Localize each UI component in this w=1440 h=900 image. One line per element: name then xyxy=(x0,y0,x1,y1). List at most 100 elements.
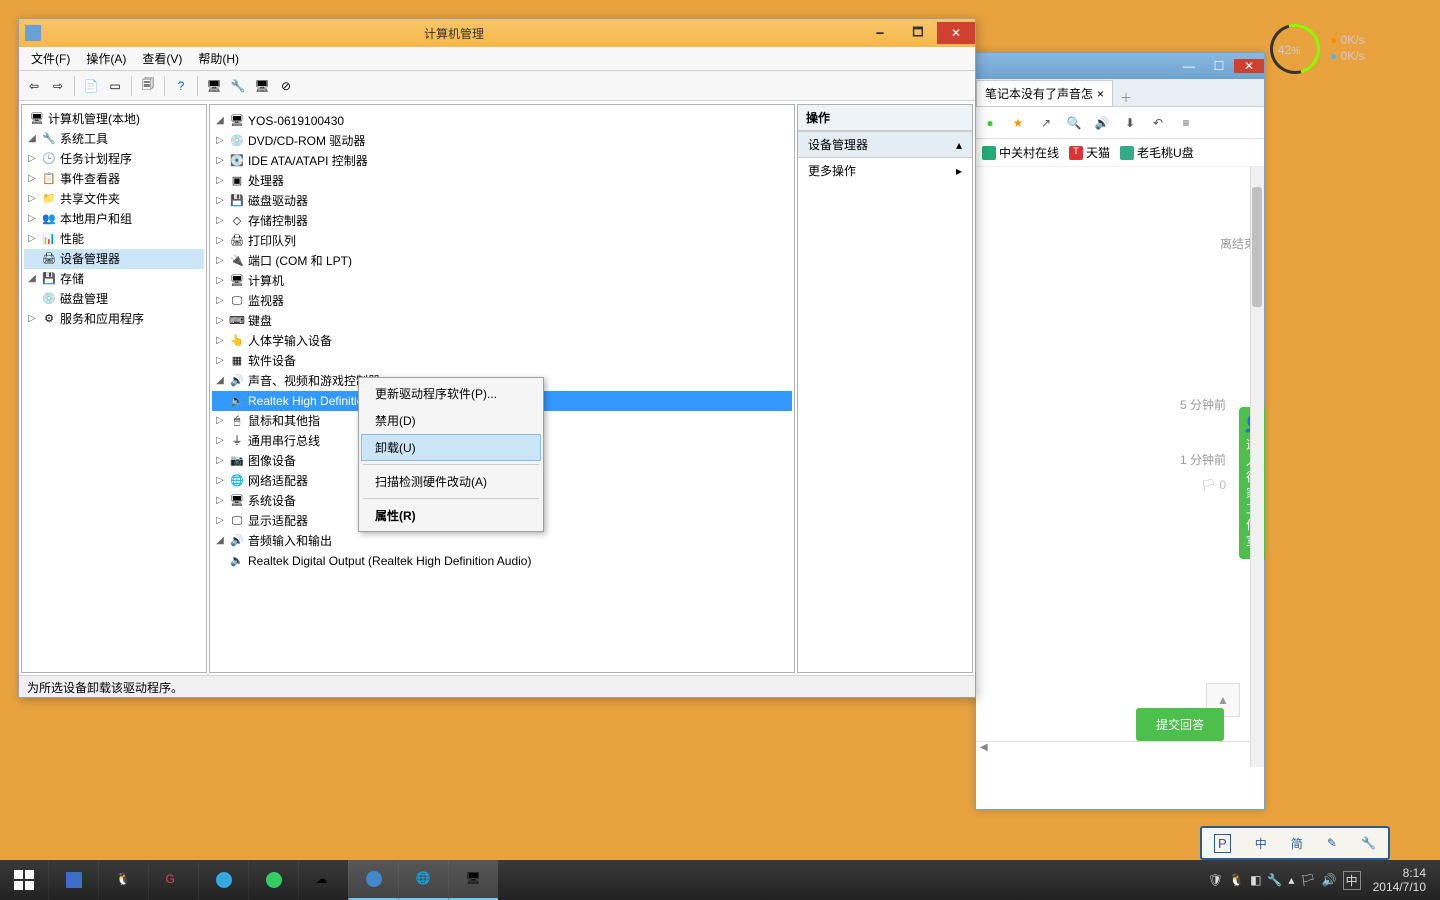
dev-hid[interactable]: ▷👆人体学输入设备 xyxy=(212,331,792,351)
dev-print[interactable]: ▷🖨打印队列 xyxy=(212,231,792,251)
console-tree[interactable]: 🖥计算机管理(本地) ◢🔧系统工具 ▷🕒任务计划程序 ▷📋事件查看器 ▷📁共享文… xyxy=(21,104,207,673)
expand-icon[interactable]: ▷ xyxy=(214,171,226,191)
expand-icon[interactable]: ▷ xyxy=(214,291,226,311)
ctx-properties[interactable]: 属性(R) xyxy=(361,502,541,529)
new-tab-button[interactable]: ＋ xyxy=(1113,89,1139,106)
expand-icon[interactable]: ▷ xyxy=(26,189,38,209)
bookmark-udisk[interactable]: 老毛桃U盘 xyxy=(1120,144,1194,161)
expand-icon[interactable]: ▷ xyxy=(214,151,226,171)
expand-icon[interactable]: ▷ xyxy=(214,431,226,451)
help-button[interactable]: ? xyxy=(170,75,192,97)
hscrollbar[interactable] xyxy=(976,741,1250,757)
tree-storage[interactable]: ◢💾存储 xyxy=(24,269,204,289)
ctx-scan[interactable]: 扫描检测硬件改动(A) xyxy=(361,468,541,495)
minimize-button[interactable] xyxy=(861,22,899,44)
tray-shield-icon[interactable]: 🛡 xyxy=(1208,873,1223,887)
actions-more[interactable]: 更多操作▸ xyxy=(798,158,972,183)
expand-icon[interactable]: ▷ xyxy=(214,331,226,351)
dev-ports[interactable]: ▷🔌端口 (COM 和 LPT) xyxy=(212,251,792,271)
menu-help[interactable]: 帮助(H) xyxy=(190,48,247,69)
tree-perf[interactable]: ▷📊性能 xyxy=(24,229,204,249)
browser-tab[interactable]: 笔记本没有了声音怎× xyxy=(976,80,1113,106)
start-button[interactable] xyxy=(0,860,48,900)
dev-storagectrl[interactable]: ▷◇存储控制器 xyxy=(212,211,792,231)
taskbar-app-cloud[interactable]: ☁ xyxy=(298,860,348,900)
dev-pc[interactable]: ▷🖥计算机 xyxy=(212,271,792,291)
ime-mode[interactable]: 中 xyxy=(1255,835,1267,852)
collapse-icon[interactable]: ◢ xyxy=(26,129,38,149)
ctx-uninstall[interactable]: 卸载(U) xyxy=(361,434,541,461)
dev-computer[interactable]: ◢🖥YOS-0619100430 xyxy=(212,111,792,131)
tree-task[interactable]: ▷🕒任务计划程序 xyxy=(24,149,204,169)
dev-keyboard[interactable]: ▷⌨键盘 xyxy=(212,311,792,331)
expand-icon[interactable]: ▷ xyxy=(26,309,38,329)
tray-wrench-icon[interactable]: 🔧 xyxy=(1267,873,1282,887)
tray-up-icon[interactable]: ▴ xyxy=(1288,873,1294,887)
taskbar-app-qq[interactable]: 🐧 xyxy=(98,860,148,900)
dev-ide[interactable]: ▷💽IDE ATA/ATAPI 控制器 xyxy=(212,151,792,171)
network-widget[interactable]: 42% ● 0K/s ● 0K/s xyxy=(1270,24,1390,74)
menu-icon[interactable]: ≡ xyxy=(1176,116,1196,130)
taskbar-app-itunes[interactable] xyxy=(198,860,248,900)
taskbar-app-360[interactable] xyxy=(248,860,298,900)
ime-logo-icon[interactable]: P xyxy=(1214,834,1231,853)
submit-answer-button[interactable]: 提交回答 xyxy=(1136,708,1224,741)
taskbar-app-foxit[interactable]: G xyxy=(148,860,198,900)
browser-max[interactable]: ☐ xyxy=(1204,59,1234,73)
browser-min[interactable]: ― xyxy=(1174,59,1204,73)
dev-cpu[interactable]: ▷▣处理器 xyxy=(212,171,792,191)
bookmark-zol[interactable]: 中关村在线 xyxy=(982,144,1059,161)
download-icon[interactable]: ⬇ xyxy=(1120,116,1140,130)
tree-diskmgr[interactable]: 💿磁盘管理 xyxy=(24,289,204,309)
titlebar[interactable]: 计算机管理 xyxy=(19,19,975,47)
dev-audioio[interactable]: ◢🔊音频输入和输出 xyxy=(212,531,792,551)
expand-icon[interactable]: ▷ xyxy=(26,229,38,249)
expand-icon[interactable]: ▷ xyxy=(26,209,38,229)
vscrollbar[interactable] xyxy=(1250,167,1264,767)
dev-sw[interactable]: ▷▦软件设备 xyxy=(212,351,792,371)
uninstall-button[interactable]: 🖥 xyxy=(251,75,273,97)
collapse-icon[interactable]: ◢ xyxy=(214,111,226,131)
expand-icon[interactable]: ▷ xyxy=(214,251,226,271)
show-hide-button[interactable]: ▭ xyxy=(104,75,126,97)
tree-root[interactable]: 🖥计算机管理(本地) xyxy=(24,109,204,129)
taskbar-app-sogou[interactable] xyxy=(348,860,398,900)
tray-app-icon[interactable]: ◧ xyxy=(1250,873,1261,887)
refresh-button[interactable]: 🗐 xyxy=(137,75,159,97)
taskbar-clock[interactable]: 8:14 2014/7/10 xyxy=(1367,866,1432,894)
tree-users[interactable]: ▷👥本地用户和组 xyxy=(24,209,204,229)
menu-file[interactable]: 文件(F) xyxy=(23,48,78,69)
tree-share[interactable]: ▷📁共享文件夹 xyxy=(24,189,204,209)
actions-devmgr[interactable]: 设备管理器▴ xyxy=(798,131,972,158)
collapse-icon[interactable]: ◢ xyxy=(26,269,38,289)
bookmark-tmall[interactable]: T天猫 xyxy=(1069,144,1110,161)
volume-icon[interactable]: 🔊 xyxy=(1092,116,1112,130)
tree-services[interactable]: ▷⚙服务和应用程序 xyxy=(24,309,204,329)
tree-systools[interactable]: ◢🔧系统工具 xyxy=(24,129,204,149)
expand-icon[interactable]: ▷ xyxy=(214,191,226,211)
taskbar-app-scanner[interactable] xyxy=(48,860,98,900)
collapse-icon[interactable]: ◢ xyxy=(214,371,226,391)
menu-action[interactable]: 操作(A) xyxy=(78,48,134,69)
expand-icon[interactable]: ▷ xyxy=(214,131,226,151)
menu-view[interactable]: 查看(V) xyxy=(134,48,190,69)
expand-icon[interactable]: ▷ xyxy=(26,149,38,169)
taskbar-app-browser2[interactable]: 🌐 xyxy=(398,860,448,900)
tray-qq-icon[interactable]: 🐧 xyxy=(1229,873,1244,887)
tree-devmgr[interactable]: 🖨设备管理器 xyxy=(24,249,204,269)
tab-close-icon[interactable]: × xyxy=(1097,87,1104,101)
expand-icon[interactable]: ▷ xyxy=(214,411,226,431)
tree-event[interactable]: ▷📋事件查看器 xyxy=(24,169,204,189)
ime-toolbar[interactable]: P 中 简 ✎ 🔧 xyxy=(1200,826,1390,860)
update-drv-button[interactable]: 🔧 xyxy=(227,75,249,97)
dev-disk[interactable]: ▷💾磁盘驱动器 xyxy=(212,191,792,211)
expand-icon[interactable]: ▷ xyxy=(26,169,38,189)
maximize-button[interactable] xyxy=(899,22,937,44)
expand-icon[interactable]: ▷ xyxy=(214,231,226,251)
dev-audioio-realtek[interactable]: 🔈Realtek Digital Output (Realtek High De… xyxy=(212,551,792,571)
expand-icon[interactable]: ▷ xyxy=(214,511,226,531)
scroll-thumb[interactable] xyxy=(1252,187,1262,307)
tray-ime-icon[interactable]: 中 xyxy=(1343,871,1361,890)
dev-monitor[interactable]: ▷🖵监视器 xyxy=(212,291,792,311)
disable-button[interactable]: ⊘ xyxy=(275,75,297,97)
